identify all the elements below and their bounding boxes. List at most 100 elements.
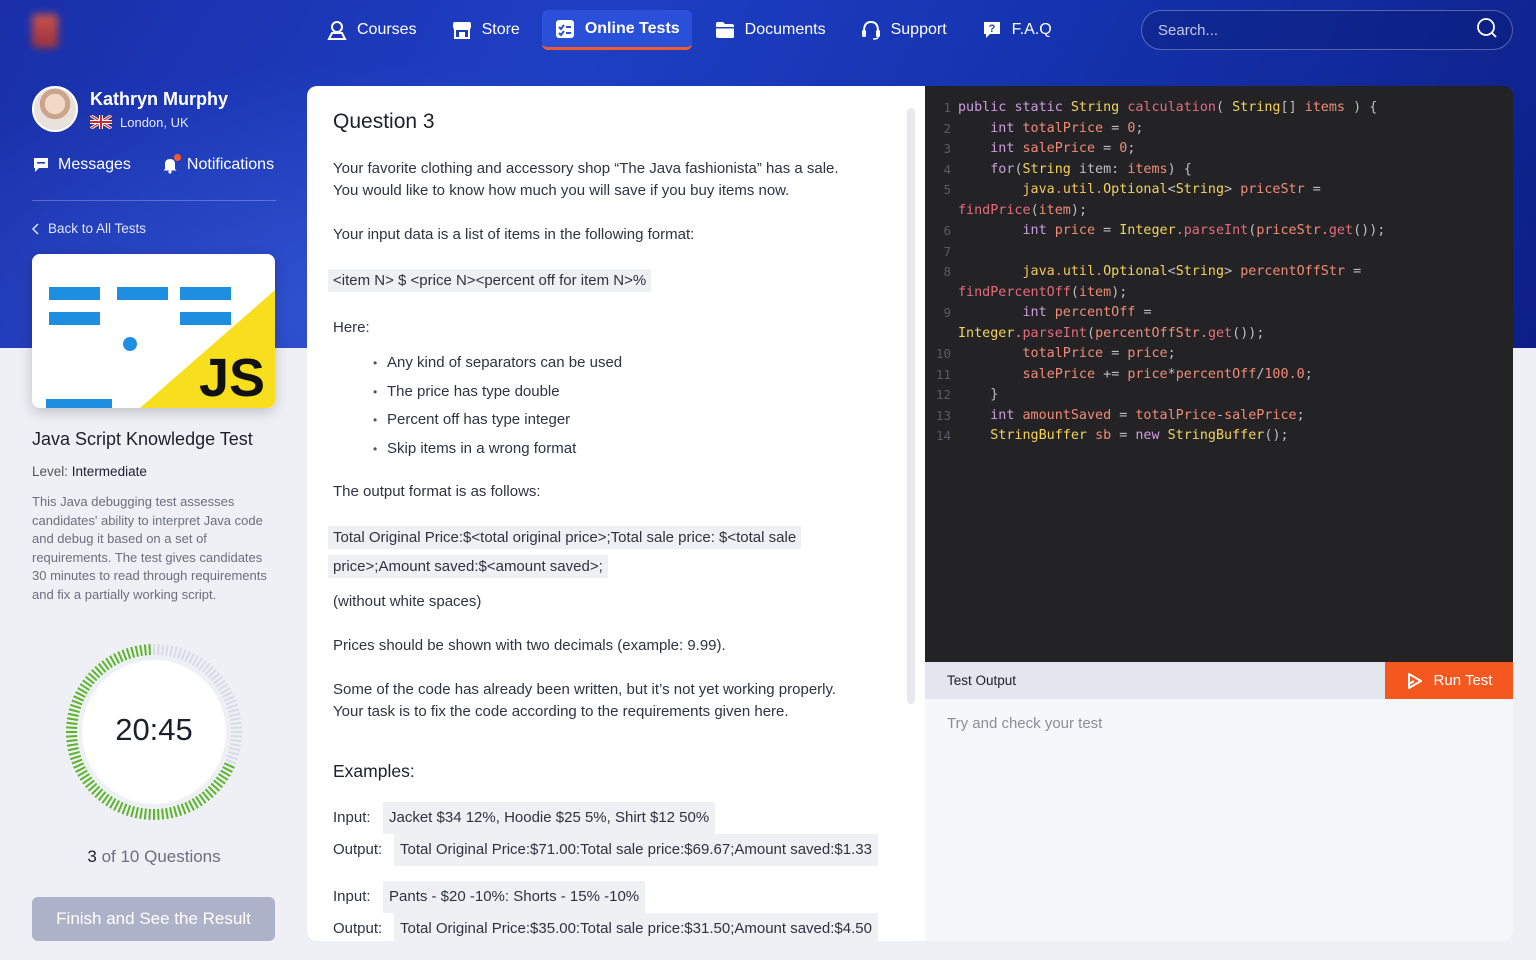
timer-tick [113, 653, 120, 664]
nav-item-documents[interactable]: Documents [702, 10, 838, 50]
example-output: Total Original Price:$71.00:Total sale p… [394, 834, 878, 866]
timer-tick [67, 747, 79, 752]
code-line: 5 java.util.Optional<String> priceStr = [925, 180, 1513, 201]
line-number: 8 [943, 264, 951, 279]
requirements-list: Any kind of separators can be used The p… [373, 349, 881, 463]
chat-icon [34, 158, 48, 172]
line-number: 7 [943, 243, 951, 259]
courses-icon [326, 19, 348, 41]
timer-tick [184, 651, 191, 663]
input-description: Your input data is a list of items in th… [333, 226, 695, 243]
question-panel: Question 3 Your favorite clothing and ac… [307, 86, 925, 941]
timer-tick [125, 804, 132, 817]
line-number: 9 [943, 305, 951, 320]
code-line: findPercentOff(item); [925, 283, 1513, 304]
run-test-button[interactable]: Run Test [1385, 662, 1513, 699]
line-number: 10 [935, 346, 951, 361]
level-label: Level: [32, 464, 69, 479]
code-text: int price = Integer.parseInt(priceStr.ge… [1022, 223, 1386, 238]
code-text: findPercentOff(item); [958, 284, 1128, 300]
timer-tick [157, 808, 160, 820]
list-item: The price has type double [373, 378, 881, 407]
search-icon[interactable] [1476, 17, 1498, 44]
test-description: This Java debugging test assesses candid… [32, 494, 267, 602]
timer-tick [157, 644, 160, 656]
timer-tick [113, 800, 120, 811]
notifications-link[interactable]: Notifications [161, 154, 274, 174]
nav-item-faq[interactable]: ? F.A.Q [969, 10, 1064, 50]
timer-tick [223, 695, 235, 702]
timer-tick [188, 653, 195, 664]
quick-links: Messages Notifications [32, 154, 276, 174]
code-text: int totalPrice = 0; [990, 120, 1144, 136]
timer-tick [225, 699, 237, 706]
test-thumbnail: JS [32, 254, 275, 408]
timer-tick [176, 804, 183, 817]
nav-label: Store [481, 21, 520, 38]
code-line: 11 salePrice += price*percentOff/100.0; [925, 365, 1513, 386]
code-text: java.util.Optional<String> priceStr = [1022, 182, 1321, 197]
messages-link[interactable]: Messages [32, 156, 131, 174]
no-spaces-note: (without white spaces) [333, 593, 482, 610]
example-input-row: Input: Pants - $20 -10%: Shorts - 15% -1… [333, 881, 881, 913]
list-item: Percent off has type integer [373, 406, 881, 435]
timer-tick [172, 806, 178, 818]
code-line: Integer.parseInt(percentOffStr.get()); [925, 324, 1513, 345]
code-text: java.util.Optional<String> percentOffStr… [1022, 264, 1362, 279]
line-number: 3 [943, 141, 951, 156]
timer-tick [229, 747, 241, 752]
question-intro: Your favorite clothing and accessory sho… [333, 158, 881, 202]
timer-tick [228, 750, 240, 756]
code-line: 9 int percentOff = [925, 303, 1513, 324]
input-label: Input: [333, 809, 371, 826]
example-output-row: Output: Total Original Price:$71.00:Tota… [333, 834, 881, 866]
line-number: 5 [943, 182, 951, 197]
code-line: 3 int salePrice = 0; [925, 139, 1513, 160]
list-item: Skip items in a wrong format [373, 435, 881, 464]
nav-item-courses[interactable]: Courses [314, 10, 429, 50]
code-text: salePrice += price*percentOff/100.0; [1022, 366, 1313, 382]
nav-item-online-tests[interactable]: Online Tests [541, 10, 692, 50]
timer-tick [172, 646, 178, 658]
output-placeholder: Try and check your test [947, 715, 1103, 732]
nav-item-store[interactable]: Store [439, 10, 532, 50]
example-input: Pants - $20 -10%: Shorts - 15% -10% [383, 881, 646, 913]
js-illustration: JS [32, 254, 275, 408]
code-line: 7 [925, 242, 1513, 263]
user-profile[interactable]: Kathryn Murphy London, UK [32, 86, 276, 132]
line-number: 14 [935, 428, 951, 443]
run-label: Run Test [1433, 672, 1493, 689]
code-text: StringBuffer sb = new StringBuffer(); [990, 428, 1289, 443]
test-level: Level: Intermediate [32, 464, 276, 479]
code-editor[interactable]: 1 public static String calculation( Strin… [925, 86, 1513, 662]
question-content: Question 3 Your favorite clothing and ac… [307, 86, 907, 941]
code-line: 8 java.util.Optional<String> percentOffS… [925, 262, 1513, 283]
faq-icon: ? [981, 19, 1003, 41]
finish-button[interactable]: Finish and See the Result [32, 897, 275, 941]
test-title: Java Script Knowledge Test [32, 429, 253, 449]
timer-tick [148, 644, 151, 656]
chevron-left-icon [32, 222, 39, 235]
scrollbar[interactable] [907, 108, 915, 704]
nav-item-support[interactable]: Support [848, 10, 959, 50]
avatar[interactable] [32, 86, 78, 132]
brand-logo[interactable] [32, 12, 153, 50]
line-number: 6 [943, 223, 951, 238]
search-input[interactable] [1158, 21, 1476, 39]
input-format: <item N> $ <price N><percent off for ite… [328, 269, 652, 292]
line-number: 13 [935, 407, 951, 423]
nav-label: Support [890, 21, 947, 38]
code-text: int salePrice = 0; [990, 141, 1136, 156]
timer-tick [226, 703, 239, 710]
input-label: Input: [333, 888, 371, 905]
task-description: Some of the code has already been writte… [333, 679, 881, 723]
line-number: 1 [943, 100, 951, 115]
timer-tick [117, 801, 124, 813]
countdown-timer: 20:45 [32, 640, 276, 830]
nav-label: F.A.Q [1011, 21, 1052, 38]
run-icon [1407, 672, 1422, 689]
back-to-tests-link[interactable]: Back to All Tests [32, 221, 276, 236]
output-format-block: Total Original Price:$<total original pr… [328, 523, 881, 581]
example-output: Total Original Price:$35.00:Total sale p… [394, 913, 878, 941]
timer-tick [169, 807, 174, 819]
